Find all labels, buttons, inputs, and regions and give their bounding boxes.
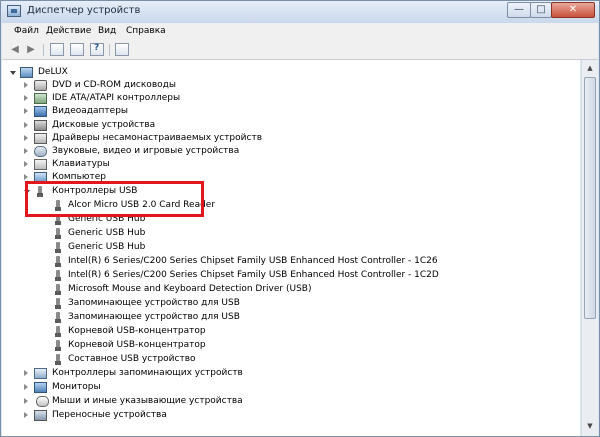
usb-icon — [52, 284, 65, 295]
ide-controller-icon — [34, 93, 47, 104]
tree-item-label: Generic USB Hub — [68, 228, 146, 238]
scan-hardware-changes-icon[interactable] — [115, 43, 129, 56]
window-title: Диспетчер устройств — [27, 5, 141, 16]
usb-icon — [52, 256, 65, 267]
toolbar: ◀ ▶ — [2, 41, 598, 60]
minimize-button[interactable]: — — [507, 2, 531, 18]
expand-arrow-icon[interactable] — [24, 95, 28, 101]
tree-item-label: Intel(R) 6 Series/C200 Series Chipset Fa… — [68, 256, 438, 266]
usb-icon — [52, 312, 65, 323]
usb-icon — [52, 340, 65, 351]
properties-icon[interactable] — [70, 43, 84, 56]
menu-help[interactable]: Справка — [126, 26, 166, 36]
expand-arrow-icon[interactable] — [24, 82, 28, 88]
show-hide-console-tree-icon[interactable] — [50, 43, 64, 56]
collapse-arrow-icon[interactable] — [10, 71, 16, 75]
sound-icon — [34, 146, 47, 157]
expand-arrow-icon[interactable] — [24, 412, 28, 418]
usb-icon — [52, 242, 65, 253]
tree-root-label: DeLUX — [38, 67, 68, 77]
tree-item-label: Драйверы несамонастраиваемых устройств — [52, 133, 262, 143]
tree-item-label: IDE ATA/ATAPI контроллеры — [52, 93, 181, 103]
scrollbar-thumb[interactable] — [584, 77, 596, 319]
tree-item-label: Видеоадаптеры — [52, 106, 129, 116]
tree-item-label: Клавиатуры — [52, 159, 110, 169]
help-icon[interactable] — [90, 43, 104, 56]
expand-arrow-icon[interactable] — [24, 370, 28, 376]
expand-arrow-icon[interactable] — [24, 148, 28, 154]
keyboard-icon — [34, 159, 47, 170]
tree-item-label: Intel(R) 6 Series/C200 Series Chipset Fa… — [68, 270, 439, 280]
dvd-drive-icon — [34, 80, 47, 91]
tree-item-label: DVD и CD-ROM дисководы — [52, 80, 176, 90]
device-tree: DeLUX DVD и CD-ROM дисководы IDE ATA/ATA… — [2, 60, 580, 436]
expand-arrow-icon[interactable] — [24, 174, 28, 180]
back-arrow-icon[interactable]: ◀ — [8, 43, 22, 56]
red-highlight-box — [25, 181, 204, 217]
display-adapter-icon — [34, 106, 47, 117]
tree-item-label: Составное USB устройство — [68, 354, 196, 364]
computer-icon — [20, 67, 33, 78]
scroll-up-arrow-icon[interactable]: ▲ — [583, 61, 597, 76]
menu-bar: Файл Действие Вид Справка — [2, 23, 598, 42]
monitor-icon — [34, 382, 47, 393]
expand-arrow-icon[interactable] — [24, 161, 28, 167]
tree-item-label: Запоминающее устройство для USB — [68, 298, 240, 308]
expand-arrow-icon[interactable] — [24, 135, 28, 141]
usb-icon — [52, 326, 65, 337]
menu-view[interactable]: Вид — [98, 26, 116, 36]
device-manager-window: Диспетчер устройств — □ ✕ Файл Действие … — [0, 0, 600, 437]
usb-icon — [52, 270, 65, 281]
tree-item-label: Мыши и иные указывающие устройства — [52, 396, 243, 406]
tree-item-label: Звуковые, видео и игровые устройства — [52, 146, 240, 156]
scroll-down-arrow-icon[interactable]: ▼ — [583, 419, 597, 434]
mouse-icon — [36, 396, 49, 407]
expand-arrow-icon[interactable] — [24, 398, 28, 404]
storage-controller-icon — [34, 368, 47, 379]
expand-arrow-icon[interactable] — [24, 122, 28, 128]
vertical-scrollbar[interactable]: ▲ ▼ — [581, 60, 598, 436]
tree-item-label: Дисковые устройства — [52, 120, 156, 130]
driver-icon — [34, 133, 47, 144]
close-button[interactable]: ✕ — [551, 2, 595, 18]
forward-arrow-icon[interactable]: ▶ — [24, 43, 38, 56]
tree-item-label: Generic USB Hub — [68, 242, 146, 252]
usb-icon — [52, 298, 65, 309]
menu-action[interactable]: Действие — [46, 26, 91, 36]
tree-item-label: Контроллеры запоминающих устройств — [52, 368, 243, 378]
toolbar-separator — [109, 44, 110, 56]
tree-item-label: Корневой USB-концентратор — [68, 326, 206, 336]
disk-drive-icon — [34, 120, 47, 131]
device-manager-icon — [7, 5, 21, 17]
usb-icon — [52, 354, 65, 365]
expand-arrow-icon[interactable] — [24, 108, 28, 114]
usb-icon — [52, 228, 65, 239]
maximize-button[interactable]: □ — [530, 2, 552, 18]
tree-item-label: Запоминающее устройство для USB — [68, 312, 240, 322]
expand-arrow-icon[interactable] — [24, 384, 28, 390]
toolbar-separator — [43, 44, 44, 56]
tree-item-label: Переносные устройства — [52, 410, 167, 420]
portable-device-icon — [34, 410, 47, 421]
tree-item-label: Корневой USB-концентратор — [68, 340, 206, 350]
tree-item-label: Microsoft Mouse and Keyboard Detection D… — [68, 284, 312, 294]
title-bar[interactable]: Диспетчер устройств — □ ✕ — [1, 1, 599, 23]
menu-file[interactable]: Файл — [14, 26, 39, 36]
tree-item-label: Мониторы — [52, 382, 101, 392]
